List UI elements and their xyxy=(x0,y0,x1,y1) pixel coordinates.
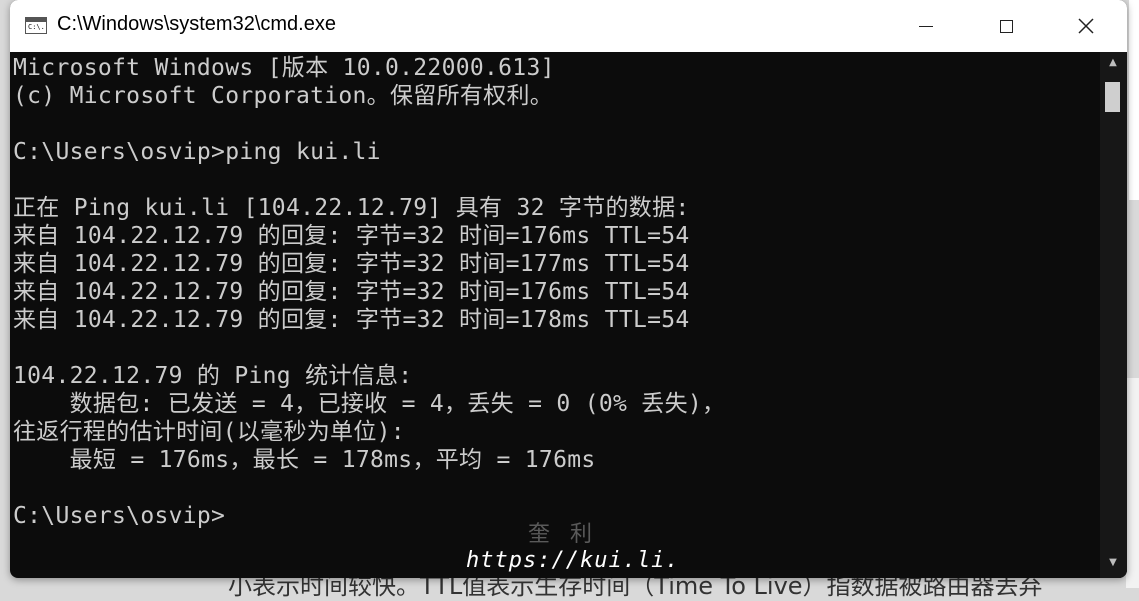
maximize-button[interactable] xyxy=(966,0,1046,52)
console-line: 104.22.12.79 的 Ping 统计信息: xyxy=(13,363,413,389)
title-bar[interactable]: C:\. C:\Windows\system32\cmd.exe xyxy=(10,0,1127,52)
console-line: 来自 104.22.12.79 的回复: 字节=32 时间=178ms TTL=… xyxy=(13,307,690,333)
console-line: 来自 104.22.12.79 的回复: 字节=32 时间=177ms TTL=… xyxy=(13,251,690,277)
vertical-scrollbar[interactable] xyxy=(1100,52,1127,578)
console-line: 数据包: 已发送 = 4，已接收 = 4，丢失 = 0 (0% 丢失)， xyxy=(13,391,726,417)
window-title: C:\Windows\system32\cmd.exe xyxy=(57,13,336,35)
desktop-edge-lower xyxy=(1126,378,1139,588)
scroll-down-arrow-icon[interactable]: ▼ xyxy=(1105,556,1121,570)
scroll-up-arrow-icon[interactable]: ▲ xyxy=(1105,56,1121,70)
close-button[interactable] xyxy=(1046,0,1126,52)
maximize-icon xyxy=(999,19,1013,33)
console-line: 最短 = 176ms，最长 = 178ms，平均 = 176ms xyxy=(13,447,596,473)
watermark-logo-text: 奎利 xyxy=(528,522,613,547)
cmd-icon-text: C:\. xyxy=(28,23,45,31)
console-line: Microsoft Windows [版本 10.0.22000.613] xyxy=(13,55,555,81)
cmd-icon[interactable]: C:\. xyxy=(25,17,47,34)
console-line: 来自 104.22.12.79 的回复: 字节=32 时间=176ms TTL=… xyxy=(13,223,690,249)
console-line: 往返行程的估计时间(以毫秒为单位): xyxy=(13,419,405,445)
console-line: 来自 104.22.12.79 的回复: 字节=32 时间=176ms TTL=… xyxy=(13,279,690,305)
close-icon xyxy=(1078,18,1094,34)
console-line: 正在 Ping kui.li [104.22.12.79] 具有 32 字节的数… xyxy=(13,195,690,221)
console-prompt: C:\Users\osvip> xyxy=(13,503,226,529)
minimize-icon xyxy=(919,25,933,27)
console-output[interactable]: Microsoft Windows [版本 10.0.22000.613] (c… xyxy=(10,52,1100,578)
scrollbar-thumb[interactable] xyxy=(1105,82,1120,112)
desktop-edge xyxy=(1129,0,1139,200)
cmd-window: C:\. C:\Windows\system32\cmd.exe Microso… xyxy=(10,0,1127,578)
watermark-url: https://kui.li. xyxy=(466,548,680,573)
console-line: C:\Users\osvip>ping kui.li xyxy=(13,139,381,165)
console-line: (c) Microsoft Corporation。保留所有权利。 xyxy=(13,83,554,109)
minimize-button[interactable] xyxy=(886,0,966,52)
